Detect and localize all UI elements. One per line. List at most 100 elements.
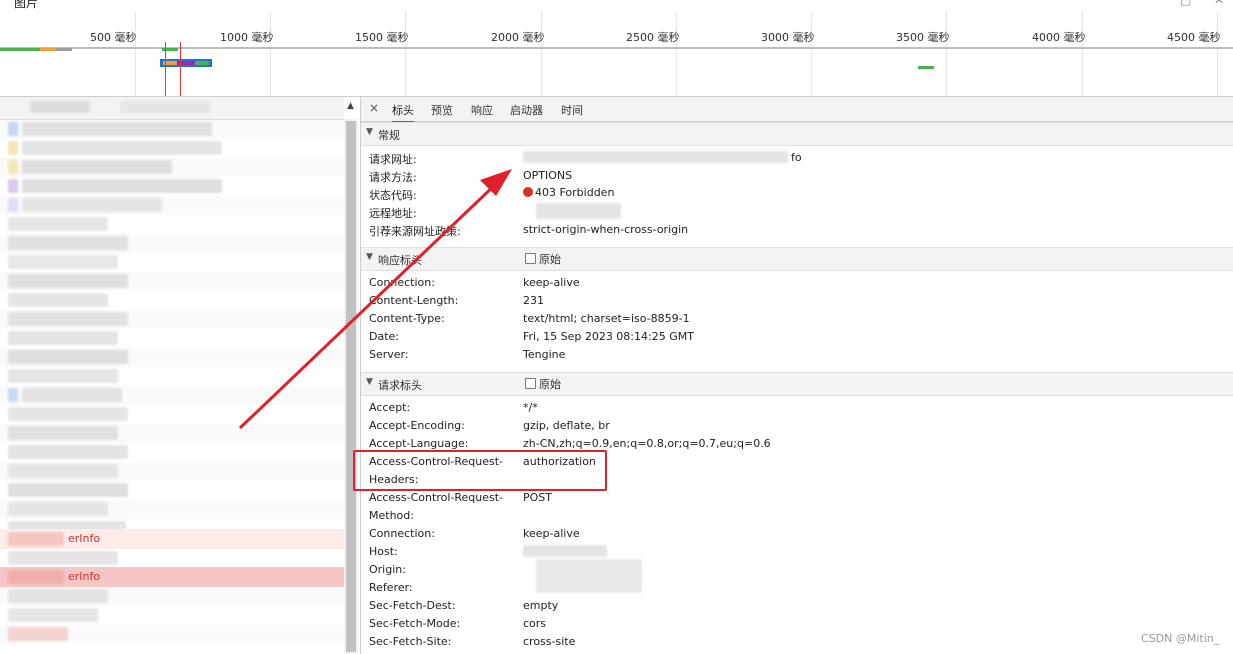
request-row[interactable] bbox=[0, 158, 344, 177]
annotation-highlight-box bbox=[353, 450, 607, 491]
tab-timing[interactable]: 时间 bbox=[561, 102, 583, 118]
timeline-tick-label: 4000 毫秒 bbox=[1032, 31, 1086, 44]
header-name: 请求方法: bbox=[369, 171, 417, 184]
header-name: Date: bbox=[369, 330, 399, 343]
raw-label: 原始 bbox=[539, 378, 561, 391]
request-row[interactable] bbox=[0, 291, 344, 310]
request-row[interactable] bbox=[0, 310, 344, 329]
tab-preview[interactable]: 预览 bbox=[431, 102, 453, 118]
request-row[interactable] bbox=[0, 329, 344, 348]
request-row[interactable] bbox=[0, 587, 344, 606]
close-icon[interactable]: ✕ bbox=[1214, 0, 1224, 7]
section-general-header[interactable]: ▼ 常规 bbox=[361, 122, 1233, 146]
timeline-gridline bbox=[405, 12, 406, 96]
status-error-icon bbox=[523, 187, 533, 197]
collapse-arrow-icon: ▼ bbox=[366, 127, 373, 137]
header-name: Accept-Encoding: bbox=[369, 419, 465, 432]
header-name: Accept-Language: bbox=[369, 437, 469, 450]
request-list[interactable]: ▲ erInfo erInfo bbox=[0, 97, 361, 654]
request-row[interactable] bbox=[0, 443, 344, 462]
request-list-scrollbar[interactable] bbox=[344, 119, 358, 654]
request-row[interactable] bbox=[0, 177, 344, 196]
timeline-bar bbox=[0, 48, 40, 51]
scrollbar-thumb[interactable] bbox=[346, 121, 356, 652]
header-value: cors bbox=[523, 617, 547, 630]
header-name: 请求网址: bbox=[369, 153, 417, 166]
request-row[interactable] bbox=[0, 253, 344, 272]
request-row[interactable] bbox=[0, 462, 344, 481]
request-row[interactable] bbox=[0, 196, 344, 215]
request-row[interactable] bbox=[0, 348, 344, 367]
request-row-error[interactable]: erInfo bbox=[0, 529, 344, 549]
header-name: 远程地址: bbox=[369, 207, 417, 220]
timeline-tick-label: 3500 毫秒 bbox=[896, 31, 950, 44]
timeline-bar bbox=[56, 48, 72, 51]
request-row[interactable] bbox=[0, 272, 344, 291]
header-value: Tengine bbox=[523, 348, 566, 361]
window-titlebar: 图片 □ ✕ bbox=[0, 0, 1233, 12]
timeline-tick-label: 1500 毫秒 bbox=[355, 31, 409, 44]
timeline-baseline bbox=[0, 47, 1233, 49]
header-name: Accept: bbox=[369, 401, 411, 414]
header-value: strict-origin-when-cross-origin bbox=[523, 223, 689, 236]
header-name-cont: Method: bbox=[369, 509, 414, 522]
header-value: OPTIONS bbox=[523, 169, 573, 182]
timeline-overview[interactable]: 500 毫秒 1000 毫秒 1500 毫秒 2000 毫秒 2500 毫秒 3… bbox=[0, 12, 1233, 97]
header-name: 状态代码: bbox=[369, 189, 417, 202]
request-row[interactable] bbox=[0, 549, 344, 567]
header-value: POST bbox=[523, 491, 552, 504]
timeline-gridline bbox=[1217, 12, 1218, 96]
header-name: Sec-Fetch-Site: bbox=[369, 635, 452, 648]
timeline-tick-label: 2500 毫秒 bbox=[626, 31, 680, 44]
checkbox[interactable] bbox=[525, 253, 536, 264]
section-title: 常规 bbox=[378, 129, 400, 142]
raw-label: 原始 bbox=[539, 253, 561, 266]
timeline-gridline bbox=[946, 12, 947, 96]
request-list-header[interactable] bbox=[0, 97, 344, 120]
request-row[interactable] bbox=[0, 386, 344, 405]
request-row[interactable] bbox=[0, 139, 344, 158]
header-name: Origin: bbox=[369, 563, 406, 576]
close-details-icon[interactable]: × bbox=[369, 101, 379, 115]
tab-response[interactable]: 响应 bbox=[471, 102, 493, 118]
header-value: text/html; charset=iso-8859-1 bbox=[523, 312, 690, 325]
request-row[interactable] bbox=[0, 424, 344, 443]
sort-up-icon[interactable]: ▲ bbox=[347, 101, 354, 111]
request-row[interactable] bbox=[0, 405, 344, 424]
details-tab-bar: × 标头 预览 响应 启动器 时间 bbox=[361, 97, 1233, 123]
collapse-arrow-icon: ▼ bbox=[366, 252, 373, 262]
request-row[interactable] bbox=[0, 367, 344, 386]
header-name: Content-Type: bbox=[369, 312, 445, 325]
timeline-gridline bbox=[270, 12, 271, 96]
request-row[interactable] bbox=[0, 481, 344, 500]
redacted-value bbox=[536, 203, 621, 219]
request-name: erInfo bbox=[68, 532, 101, 545]
header-value: */* bbox=[523, 401, 538, 414]
header-name: Host: bbox=[369, 545, 398, 558]
request-row[interactable] bbox=[0, 120, 344, 139]
request-row[interactable] bbox=[0, 500, 344, 519]
header-name: Connection: bbox=[369, 527, 435, 540]
header-value: zh-CN,zh;q=0.9,en;q=0.8,or;q=0.7,eu;q=0.… bbox=[523, 437, 771, 450]
checkbox[interactable] bbox=[525, 378, 536, 389]
timeline-tick-label: 1000 毫秒 bbox=[220, 31, 274, 44]
section-response-headers-header[interactable]: ▼ 响应标头 原始 bbox=[361, 247, 1233, 271]
request-row[interactable] bbox=[0, 606, 344, 625]
request-row-selected[interactable]: erInfo bbox=[0, 567, 344, 587]
timeline-gridline bbox=[676, 12, 677, 96]
raw-toggle[interactable]: 原始 bbox=[525, 251, 561, 267]
request-name: erInfo bbox=[68, 570, 101, 583]
raw-toggle[interactable]: 原始 bbox=[525, 376, 561, 392]
timeline-gridline bbox=[811, 12, 812, 96]
request-row[interactable] bbox=[0, 234, 344, 253]
watermark: CSDN @Mitin_ bbox=[1141, 632, 1220, 645]
request-row[interactable] bbox=[0, 215, 344, 234]
maximize-icon[interactable]: □ bbox=[1180, 0, 1191, 7]
tab-headers[interactable]: 标头 bbox=[392, 102, 414, 123]
header-name: Content-Length: bbox=[369, 294, 459, 307]
request-row[interactable] bbox=[0, 625, 344, 644]
header-name: Referer: bbox=[369, 581, 413, 594]
section-request-headers-header[interactable]: ▼ 请求标头 原始 bbox=[361, 372, 1233, 396]
timeline-bar bbox=[40, 48, 56, 51]
tab-initiator[interactable]: 启动器 bbox=[510, 102, 543, 118]
